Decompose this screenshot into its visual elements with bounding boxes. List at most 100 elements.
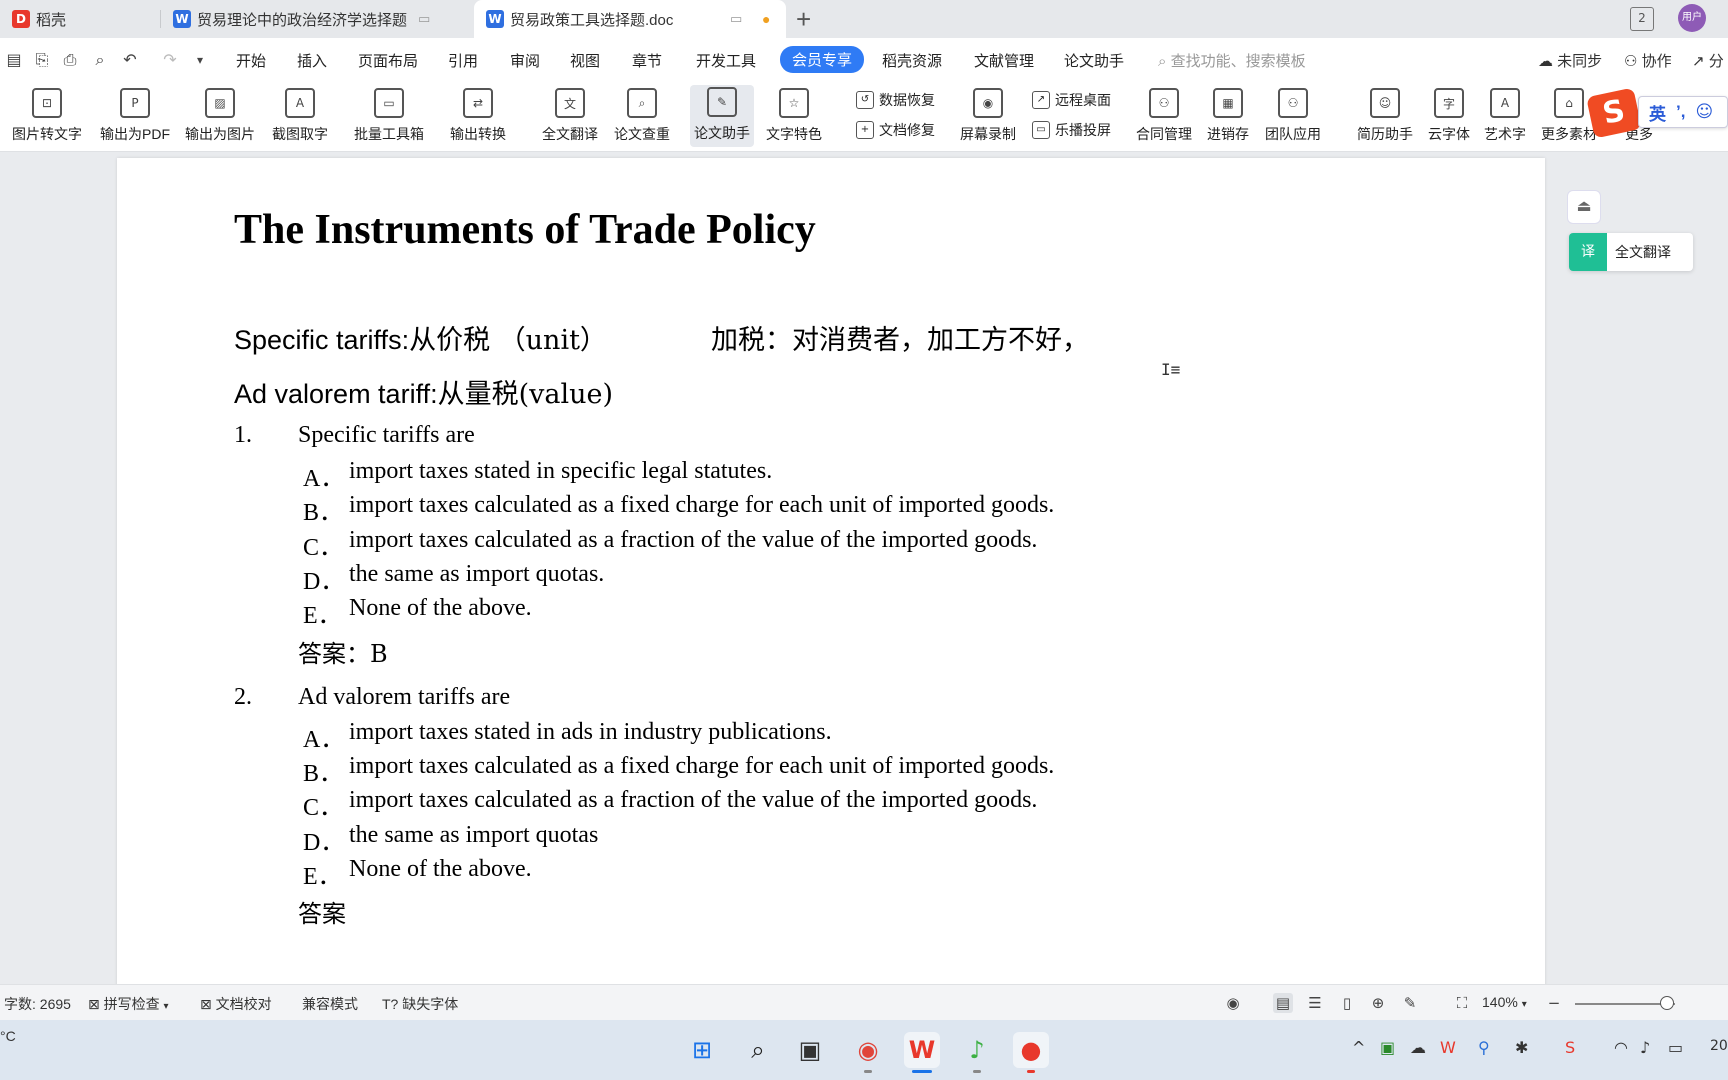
add-tab-icon[interactable]: + <box>796 4 811 35</box>
emoji-icon[interactable]: ☺ <box>1695 102 1713 122</box>
data-recovery-button[interactable]: ↺ 数据恢复 <box>856 90 935 110</box>
export-convert-button[interactable]: ⇄ 输出转换 <box>450 86 506 144</box>
fit-page-icon[interactable]: ⛶ <box>1452 993 1472 1013</box>
more-materials-button[interactable]: ⌂ 更多素材 <box>1541 86 1597 144</box>
wps-office-icon[interactable]: W <box>904 1032 940 1068</box>
inventory-button[interactable]: ▦ 进销存 <box>1207 86 1249 144</box>
export-pdf-button[interactable]: P 输出为PDF <box>100 86 170 144</box>
print-icon[interactable]: ⎙ <box>60 50 80 70</box>
option-letter: A． <box>303 466 345 492</box>
menu-chapter[interactable]: 章节 <box>632 50 662 71</box>
eye-protection-icon[interactable]: ◉ <box>1223 993 1243 1013</box>
menu-page-layout[interactable]: 页面布局 <box>358 50 418 71</box>
batch-toolbox-button[interactable]: ▭ 批量工具箱 <box>354 86 424 144</box>
microphone-icon[interactable]: ⚲ <box>1478 1038 1490 1057</box>
chevron-down-icon[interactable]: ▾ <box>190 50 210 70</box>
file-icon[interactable]: ▤ <box>4 50 24 70</box>
wps-tray-icon[interactable]: W <box>1440 1038 1456 1057</box>
menu-insert[interactable]: 插入 <box>297 50 327 71</box>
zoom-out-icon[interactable]: − <box>1544 993 1564 1013</box>
plagiarism-check-button[interactable]: ⌕ 论文查重 <box>614 86 670 144</box>
full-translate-button[interactable]: 文 全文翻译 <box>542 86 598 144</box>
team-apps-button[interactable]: ⚇ 团队应用 <box>1265 86 1321 144</box>
collaborate-button[interactable]: ⚇ 协作 <box>1624 50 1672 71</box>
menu-row: ▤ ⎘ ⎙ ⌕ ↶ ↷ ▾ 开始 插入 页面布局 引用 审阅 视图 章节 开发工… <box>0 38 1728 82</box>
music-app-icon[interactable]: ♪ <box>959 1032 995 1068</box>
menu-developer[interactable]: 开发工具 <box>696 50 756 71</box>
function-search[interactable]: ⌕ 查找功能、搜索模板 <box>1158 50 1306 71</box>
menu-paper-assistant[interactable]: 论文助手 <box>1064 50 1124 71</box>
clock[interactable]: 20 <box>1710 1038 1728 1054</box>
volume-icon[interactable]: ♪ <box>1640 1038 1650 1057</box>
page-view-icon[interactable]: ▤ <box>1273 993 1293 1013</box>
resume-helper-button[interactable]: ☺ 简历助手 <box>1357 86 1413 144</box>
share-button[interactable]: ↗ 分 <box>1692 50 1724 71</box>
recorder-icon[interactable]: ● <box>1013 1032 1049 1068</box>
tray-expand-icon[interactable]: ^ <box>1352 1038 1365 1057</box>
battery-icon[interactable]: ▭ <box>1668 1038 1683 1057</box>
text-features-button[interactable]: ☆ 文字特色 <box>766 86 822 144</box>
word-count[interactable]: 字数: 2695 <box>4 994 71 1014</box>
tab-docer[interactable]: D 稻壳 <box>0 0 160 38</box>
monitor-icon[interactable]: ▭ <box>730 11 742 27</box>
export-image-button[interactable]: ▨ 输出为图片 <box>185 86 255 144</box>
option-text: import taxes stated in ads in industry p… <box>349 719 832 745</box>
document-canvas[interactable]: The Instruments of Trade Policy Specific… <box>0 152 1728 984</box>
menu-docer-resources[interactable]: 稻壳资源 <box>882 50 942 71</box>
reading-view-icon[interactable]: ▯ <box>1337 993 1357 1013</box>
save-icon[interactable]: ⎘ <box>32 50 52 70</box>
cloud-font-button[interactable]: 字 云字体 <box>1428 86 1470 144</box>
word-art-button[interactable]: A 艺术字 <box>1484 86 1526 144</box>
wps-writer-icon: W <box>173 10 191 28</box>
wifi-icon[interactable]: ◠ <box>1614 1038 1628 1057</box>
menu-home[interactable]: 开始 <box>236 50 266 71</box>
ime-toolbar[interactable]: 英 ’, ☺ <box>1638 96 1728 128</box>
doc-repair-button[interactable]: + 文档修复 <box>856 120 935 140</box>
nvidia-icon[interactable]: ▣ <box>1380 1038 1395 1057</box>
document-page[interactable]: The Instruments of Trade Policy Specific… <box>117 158 1545 984</box>
menu-literature[interactable]: 文献管理 <box>974 50 1034 71</box>
image-to-text-button[interactable]: ⊡ 图片转文字 <box>12 86 82 144</box>
convert-icon: ⇄ <box>463 88 493 118</box>
redo-icon[interactable]: ↷ <box>160 50 180 70</box>
print-preview-icon[interactable]: ⌕ <box>90 50 110 70</box>
chrome-icon[interactable]: ◉ <box>850 1032 886 1068</box>
cloud-icon: ☁ <box>1538 52 1553 70</box>
screen-record-button[interactable]: ◉ 屏幕录制 <box>960 86 1016 144</box>
spell-check-button[interactable]: ⊠ 拼写检查 ▾ <box>88 994 169 1014</box>
image-to-text-icon: ⊡ <box>32 88 62 118</box>
translate-side-button[interactable]: 译 全文翻译 <box>1569 233 1693 271</box>
menu-vip[interactable]: 会员专享 <box>780 46 865 73</box>
contract-manage-button[interactable]: ⚇ 合同管理 <box>1136 86 1192 144</box>
web-view-icon[interactable]: ⊕ <box>1368 993 1388 1013</box>
menu-references[interactable]: 引用 <box>448 50 478 71</box>
remote-desktop-button[interactable]: ↗ 远程桌面 <box>1032 90 1111 110</box>
weather-temp[interactable]: °C <box>0 1028 16 1044</box>
zoom-level[interactable]: 140% ▾ <box>1482 994 1527 1010</box>
text-cursor-icon: I≡ <box>1161 360 1181 379</box>
outline-view-icon[interactable]: ☰ <box>1305 993 1325 1013</box>
avatar[interactable]: 用户 <box>1678 4 1706 32</box>
task-view-icon[interactable]: ▣ <box>792 1032 828 1068</box>
missing-font-button[interactable]: T? 缺失字体 <box>382 994 458 1014</box>
app-tray-icon[interactable]: ✱ <box>1515 1038 1528 1057</box>
sync-status[interactable]: ☁ 未同步 <box>1538 50 1602 71</box>
sogou-tray-icon[interactable]: S <box>1565 1038 1575 1057</box>
punctuation-icon[interactable]: ’, <box>1676 102 1685 122</box>
menu-view[interactable]: 视图 <box>570 50 600 71</box>
undo-icon[interactable]: ↶ <box>120 50 140 70</box>
onedrive-icon[interactable]: ☁ <box>1410 1038 1426 1057</box>
ime-language[interactable]: 英 <box>1649 100 1666 125</box>
doc-check-button[interactable]: ⊠ 文档校对 <box>200 994 272 1014</box>
search-icon[interactable]: ⌕ <box>740 1032 776 1068</box>
windows-start-icon[interactable]: ⊞ <box>684 1032 720 1068</box>
paper-assistant-button[interactable]: ✎ 论文助手 <box>690 85 754 147</box>
screenshot-ocr-button[interactable]: A 截图取字 <box>272 86 328 144</box>
materials-icon: ⌂ <box>1554 88 1584 118</box>
write-mode-icon[interactable]: ✎ <box>1400 993 1420 1013</box>
menu-review[interactable]: 审阅 <box>510 50 540 71</box>
zoom-slider-handle[interactable] <box>1660 996 1674 1010</box>
collapse-panel-icon[interactable]: ⏏ <box>1567 190 1601 224</box>
cast-screen-button[interactable]: ▭ 乐播投屏 <box>1032 120 1111 140</box>
window-layout-icon[interactable]: 2 <box>1630 7 1654 31</box>
